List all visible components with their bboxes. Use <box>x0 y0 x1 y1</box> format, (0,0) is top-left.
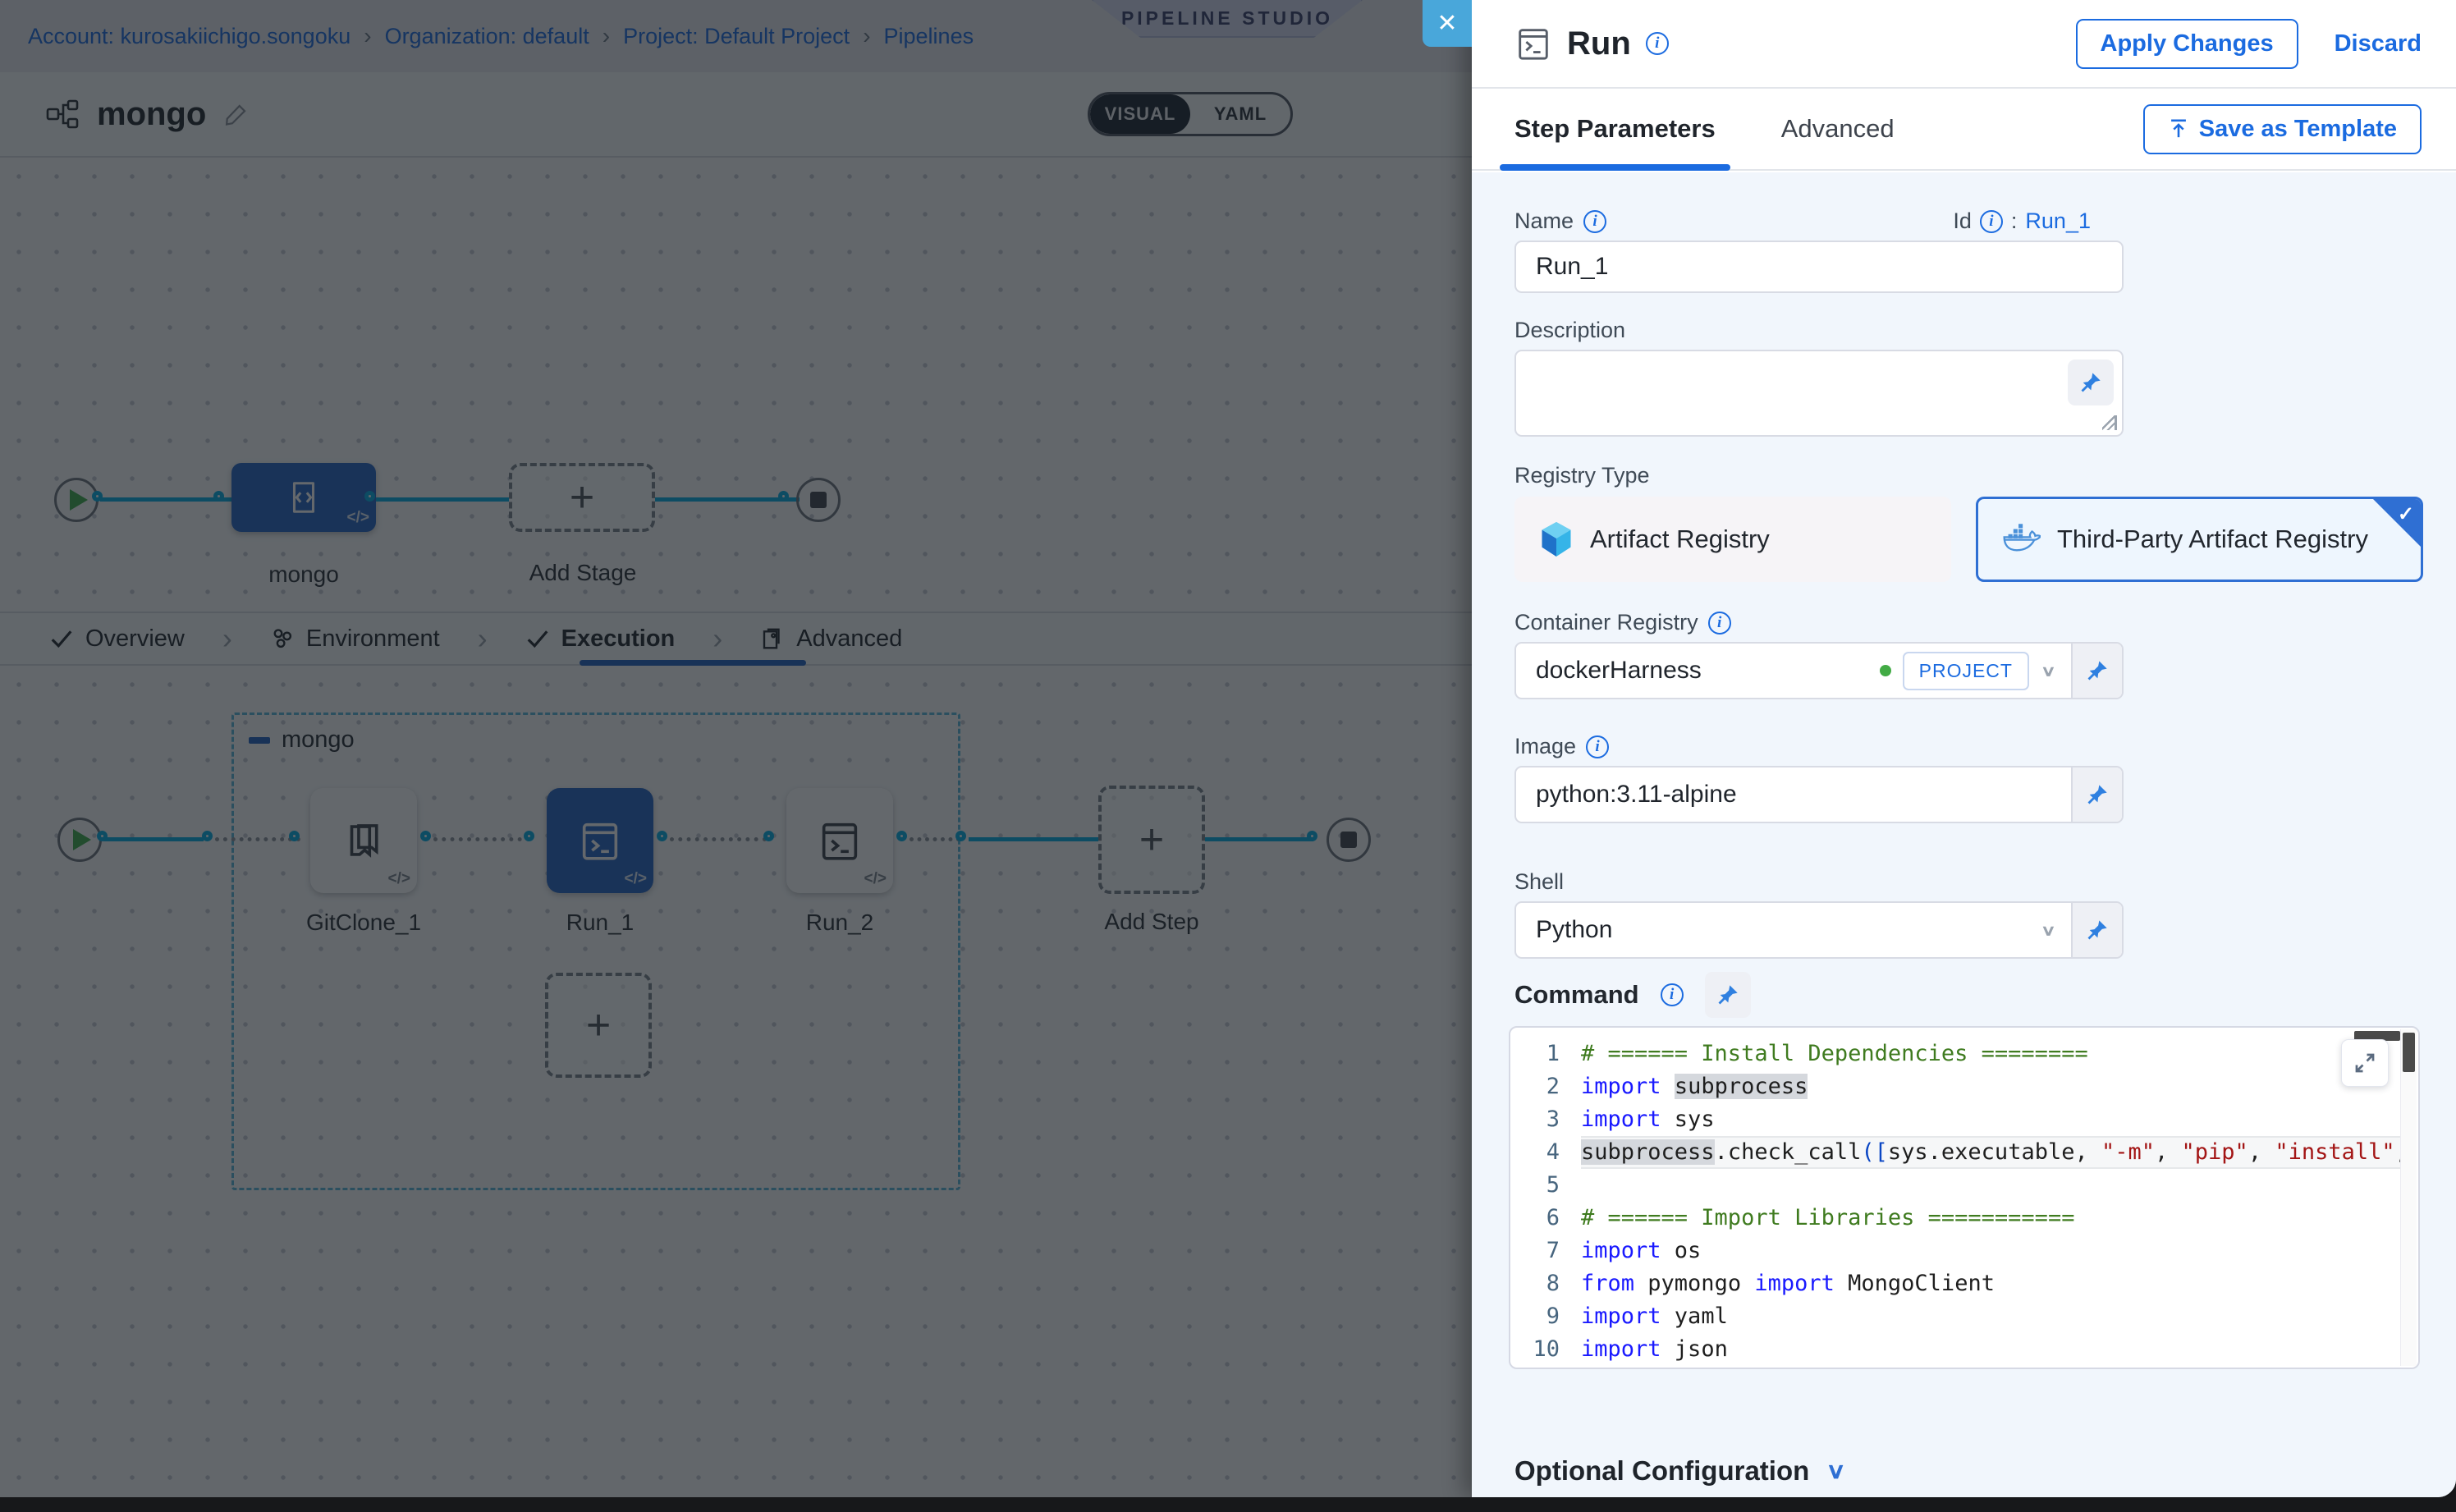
artifact-registry-icon <box>1539 520 1574 558</box>
drawer-tabbar: Step Parameters Advanced Save as Templat… <box>1472 89 2456 171</box>
shell-select[interactable]: Python ∨ <box>1514 901 2124 959</box>
optional-configuration-toggle[interactable]: Optional Configuration ∨ <box>1514 1455 2423 1487</box>
selected-check-icon: ✓ <box>2398 502 2414 526</box>
close-drawer-button[interactable]: ✕ <box>1423 0 1472 47</box>
pin-icon <box>2079 371 2102 394</box>
drawer-title-text: Run <box>1567 25 1631 62</box>
code-line-1[interactable]: 1# ====== Install Dependencies ======== <box>1510 1038 2400 1070</box>
container-registry-value: dockerHarness <box>1516 657 1702 685</box>
name-input[interactable] <box>1514 241 2124 293</box>
terminal-icon <box>1514 25 1552 62</box>
chevron-down-icon[interactable]: ∨ <box>2041 921 2056 939</box>
step-config-drawer: ✕ Run i Apply Changes Discard Step Param… <box>1472 0 2456 1497</box>
close-icon: ✕ <box>1436 9 1457 38</box>
pin-icon <box>2086 659 2109 682</box>
connector-status-dot <box>1880 665 1891 676</box>
registry-type-label: Registry Type <box>1514 463 1650 488</box>
container-registry-field[interactable]: dockerHarness PROJECT ∨ <box>1514 642 2124 699</box>
fullscreen-icon <box>2353 1051 2377 1075</box>
code-line-9[interactable]: 9import yaml <box>1510 1300 2400 1333</box>
expand-editor-button[interactable] <box>2341 1039 2389 1087</box>
info-icon[interactable]: i <box>1646 32 1669 55</box>
registry-option-artifact[interactable]: Artifact Registry <box>1514 497 1951 582</box>
pin-button[interactable] <box>2071 903 2122 957</box>
id-label: Id <box>1953 208 1972 234</box>
apply-changes-button[interactable]: Apply Changes <box>2076 19 2298 69</box>
pin-button[interactable] <box>2071 644 2122 698</box>
chevron-down-icon: ∨ <box>1826 1458 1846 1484</box>
command-label: Command <box>1514 980 1639 1010</box>
id-value[interactable]: Run_1 <box>2025 208 2091 234</box>
registry-option-label: Artifact Registry <box>1590 525 1770 554</box>
container-registry-label: Container Registry <box>1514 610 1698 635</box>
code-line-7[interactable]: 7import os <box>1510 1235 2400 1267</box>
pin-button[interactable] <box>2071 767 2122 822</box>
info-icon[interactable]: i <box>1583 210 1606 233</box>
code-line-6[interactable]: 6# ====== Import Libraries =========== <box>1510 1202 2400 1235</box>
discard-button[interactable]: Discard <box>2335 30 2422 57</box>
image-label: Image <box>1514 734 1576 759</box>
pin-icon <box>2086 783 2109 806</box>
code-line-3[interactable]: 3import sys <box>1510 1103 2400 1136</box>
info-icon[interactable]: i <box>1708 612 1731 635</box>
code-line-10[interactable]: 10import json <box>1510 1333 2400 1366</box>
tab-advanced[interactable]: Advanced <box>1781 89 1895 169</box>
drawer-header: Run i Apply Changes Discard <box>1472 0 2456 89</box>
editor-scrollbar[interactable] <box>2400 1029 2417 1366</box>
resize-handle[interactable] <box>2102 415 2117 430</box>
info-icon[interactable]: i <box>1980 210 2003 233</box>
code-lines: 1# ====== Install Dependencies ========2… <box>1510 1038 2400 1366</box>
save-as-template-label: Save as Template <box>2199 116 2397 143</box>
command-code-editor[interactable]: 1# ====== Install Dependencies ========2… <box>1509 1026 2420 1369</box>
optional-configuration-label: Optional Configuration <box>1514 1455 1809 1487</box>
code-line-8[interactable]: 8from pymongo import MongoClient <box>1510 1267 2400 1300</box>
save-template-icon <box>2168 117 2189 140</box>
id-separator: : <box>2011 208 2018 234</box>
save-as-template-button[interactable]: Save as Template <box>2143 104 2422 154</box>
docker-icon <box>2003 524 2041 555</box>
registry-option-label: Third-Party Artifact Registry <box>2057 525 2368 554</box>
description-textarea[interactable] <box>1514 350 2124 437</box>
window-bottom-edge <box>0 1497 2456 1512</box>
code-line-5[interactable]: 5 <box>1510 1169 2400 1202</box>
pin-button[interactable] <box>2068 360 2114 405</box>
info-icon[interactable]: i <box>1661 983 1684 1006</box>
pin-button[interactable] <box>1705 972 1751 1018</box>
image-field[interactable]: python:3.11-alpine <box>1514 766 2124 823</box>
registry-option-third-party[interactable]: Third-Party Artifact Registry ✓ <box>1976 497 2423 582</box>
description-label: Description <box>1514 318 1625 343</box>
image-value: python:3.11-alpine <box>1516 781 1737 809</box>
step-parameters-form: Name i Id i : Run_1 Description <box>1472 172 2456 1497</box>
pipeline-studio-main: Account: kurosakiichigo.songoku › Organi… <box>0 0 1472 1497</box>
modal-dim-overlay <box>0 0 1472 1497</box>
shell-label: Shell <box>1514 869 1564 895</box>
tab-step-parameters[interactable]: Step Parameters <box>1514 89 1716 169</box>
name-label: Name <box>1514 208 1574 234</box>
pin-icon <box>1716 983 1739 1006</box>
info-icon[interactable]: i <box>1586 735 1609 758</box>
pipeline-studio-screen: Account: kurosakiichigo.songoku › Organi… <box>0 0 2456 1512</box>
pin-icon <box>2086 919 2109 942</box>
chevron-down-icon[interactable]: ∨ <box>2041 662 2056 680</box>
scope-badge: PROJECT <box>1903 652 2029 690</box>
code-line-4[interactable]: 4subprocess.check_call([sys.executable, … <box>1510 1136 2400 1169</box>
code-line-2[interactable]: 2import subprocess <box>1510 1070 2400 1103</box>
shell-value: Python <box>1516 916 1612 944</box>
